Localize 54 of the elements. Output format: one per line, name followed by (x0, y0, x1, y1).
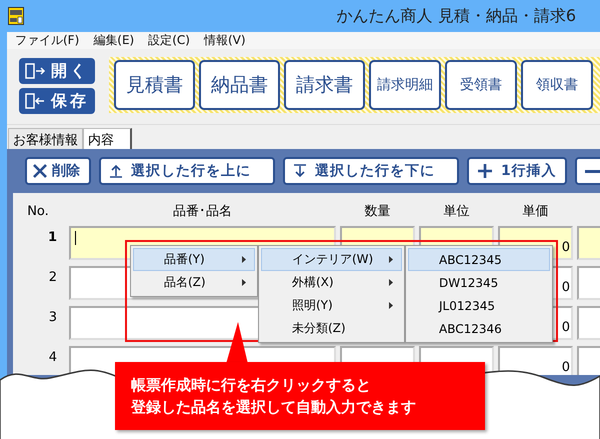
menu-item[interactable]: 照明(Y) (261, 294, 402, 317)
tab[interactable]: 内容 (83, 128, 132, 149)
door-icon (25, 93, 47, 109)
minus-icon (585, 170, 600, 172)
table-cell[interactable]: 0 (498, 346, 573, 375)
column-header: 品番･品名 (172, 203, 233, 220)
submenu-arrow-icon (242, 256, 246, 263)
row-action-button[interactable]: 削除 (25, 157, 91, 185)
document-button[interactable]: 請求書 (284, 60, 365, 110)
menu-item[interactable]: ABC12346 (408, 317, 550, 340)
row-action-button[interactable]: 1行挿入 (467, 157, 567, 185)
window-title: かんたん商人 見積・納品・請求6 (336, 6, 576, 26)
menu-item[interactable]: ファイル(F) (15, 32, 80, 49)
tab[interactable]: お客様情報 (8, 128, 83, 149)
row-number: 3 (48, 309, 57, 327)
menu-item[interactable]: インテリア(W) (261, 248, 402, 271)
menu-item[interactable]: 未分類(Z) (261, 317, 402, 340)
menu-item[interactable]: 情報(V) (204, 32, 246, 49)
plus-icon (477, 163, 493, 179)
document-button[interactable]: 受領書 (445, 60, 517, 110)
menu-item[interactable]: 編集(E) (93, 32, 134, 49)
callout-text: 帳票作成時に行を右クリックすると 登録した品名を選択して自動入力できます (131, 375, 416, 418)
column-header: 単価 (522, 203, 550, 220)
submenu-arrow-icon (389, 256, 393, 263)
text-cursor (75, 231, 76, 245)
row-number: 1 (46, 229, 57, 247)
app-icon (8, 7, 24, 25)
document-button[interactable]: 請求明細 (369, 60, 441, 110)
menu-item[interactable]: 品番(Y) (133, 248, 255, 271)
column-header: 数量 (364, 203, 392, 220)
file-button[interactable]: 開く (19, 58, 95, 84)
close-icon (32, 163, 48, 179)
menu-item[interactable]: DW12345 (408, 271, 550, 294)
submenu-arrow-icon (242, 279, 246, 286)
submenu-arrow-icon (389, 302, 393, 309)
document-button[interactable]: 納品書 (199, 60, 280, 110)
column-header: 単位 (442, 203, 470, 220)
submenu-arrow-icon (389, 279, 393, 286)
menu-item[interactable]: JL012345 (408, 294, 550, 317)
download-arrow-icon (293, 164, 307, 178)
row-number: 2 (48, 269, 57, 287)
door-icon (25, 63, 47, 79)
menu-item[interactable]: 設定(C) (148, 32, 190, 49)
row-number: 4 (48, 349, 57, 367)
file-button[interactable]: 保存 (19, 88, 95, 114)
column-header: No. (26, 204, 50, 218)
row-action-button[interactable]: 選択した行を上に (99, 157, 275, 185)
upload-arrow-icon (109, 164, 123, 178)
menu-item[interactable]: ABC12345 (408, 248, 550, 271)
menu-item[interactable]: 外構(X) (261, 271, 402, 294)
document-button[interactable]: 見積書 (114, 60, 195, 110)
document-button[interactable]: 領収書 (521, 60, 593, 110)
menu-item[interactable]: 品名(Z) (133, 271, 255, 294)
row-action-button[interactable]: 選択した行を下に (283, 157, 459, 185)
